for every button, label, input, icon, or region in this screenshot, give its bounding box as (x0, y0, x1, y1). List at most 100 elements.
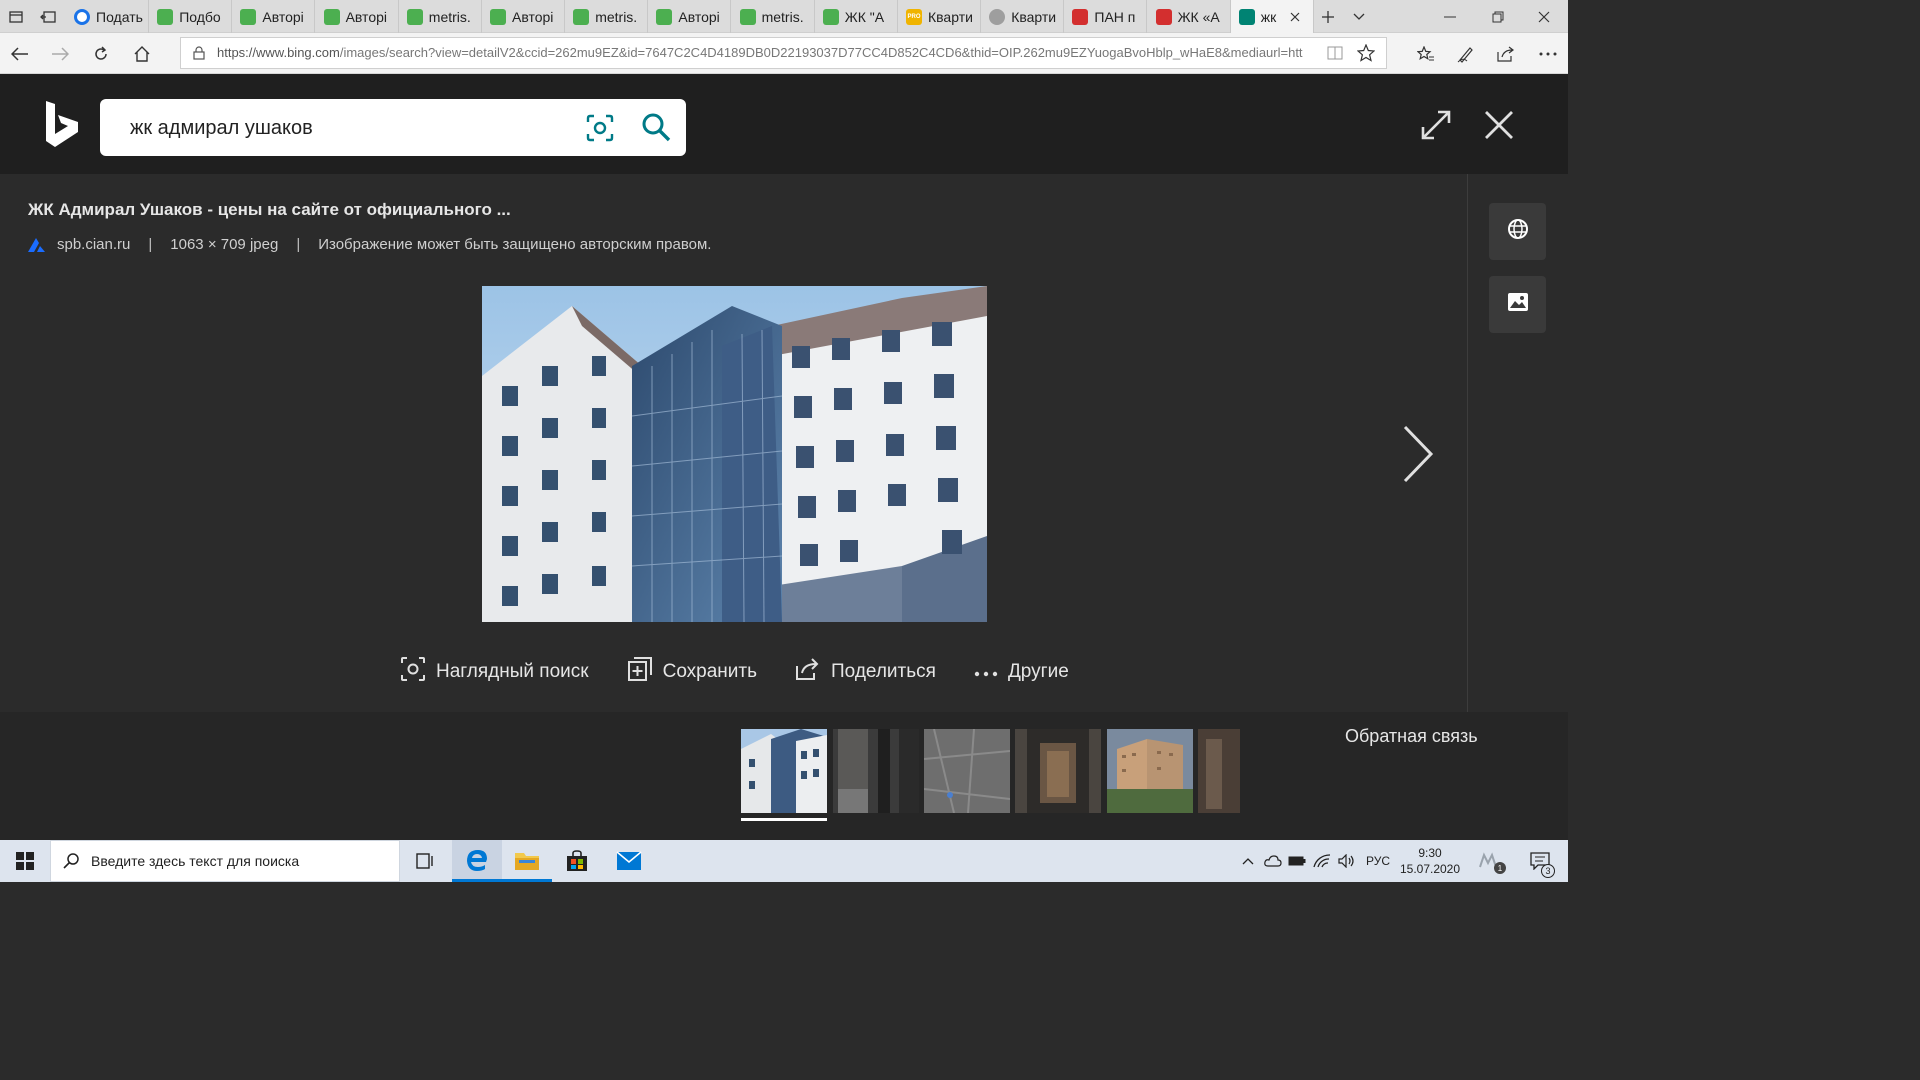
thumbnail-strip: Обратная связь (0, 712, 1568, 840)
browser-tab-label: Подать (96, 8, 143, 25)
thumbnail-hallway[interactable] (1015, 729, 1101, 813)
favorites-hub-icon[interactable] (1406, 33, 1446, 74)
onedrive-cloud-icon[interactable] (1262, 840, 1284, 882)
thumbnail-map[interactable] (924, 729, 1010, 813)
edge-app-icon[interactable] (452, 840, 502, 882)
visual-search-button[interactable]: Наглядный поиск (400, 656, 589, 688)
close-tab-icon[interactable] (1290, 9, 1300, 25)
green-leaf-icon (822, 8, 839, 25)
back-button[interactable] (0, 33, 40, 74)
browser-tab[interactable]: PRO Кварти (898, 0, 981, 33)
browser-tab-label: Кварти (928, 8, 973, 25)
forward-button[interactable] (40, 33, 80, 74)
refresh-button[interactable] (81, 33, 121, 74)
browser-tab[interactable]: жк (1230, 0, 1314, 33)
image-meta: spb.cian.ru | 1063 × 709 jpeg | Изображе… (28, 236, 711, 253)
browser-tab[interactable]: ЖК «А (1148, 0, 1231, 33)
meta-separator: | (296, 236, 301, 253)
thumbnail-dark-interior[interactable] (833, 729, 919, 813)
image-title[interactable]: ЖК Адмирал Ушаков - цены на сайте от офи… (28, 200, 511, 220)
browser-tab-bar: Подать Подбо Авторі Авторі metris. Авторі metr… (0, 0, 1568, 33)
browser-tab-label: metris. (428, 8, 471, 25)
tab-actions-icon[interactable] (0, 0, 32, 33)
browser-tab[interactable]: Авторі (316, 0, 399, 33)
action-center-icon[interactable]: 3 (1522, 840, 1558, 882)
browser-tab[interactable]: Кварти (981, 0, 1065, 33)
favorite-star-icon[interactable] (1356, 43, 1376, 67)
pro-badge-icon: PRO (906, 8, 922, 25)
browser-tab[interactable]: Авторі (482, 0, 565, 33)
feedback-link[interactable]: Обратная связь (1345, 726, 1478, 747)
wifi-icon[interactable] (1310, 840, 1334, 882)
battery-icon[interactable] (1286, 840, 1308, 882)
save-collection-icon (627, 656, 653, 688)
file-explorer-icon[interactable] (502, 840, 552, 882)
close-window-button[interactable] (1524, 0, 1564, 33)
set-tabs-aside-icon[interactable] (32, 0, 64, 33)
thumbnail-room-partial[interactable] (1198, 729, 1240, 813)
reading-view-icon[interactable] (1327, 46, 1343, 65)
minimize-button[interactable] (1430, 0, 1470, 33)
browser-tab-label: Авторі (262, 8, 304, 25)
visual-search-label: Наглядный поиск (436, 661, 589, 682)
round-gray-icon (989, 8, 1006, 25)
tray-app-badge-icon[interactable]: 1 (1474, 840, 1508, 882)
url-text: https://www.bing.com/images/search?view=… (217, 45, 1303, 60)
browser-tab[interactable]: Авторі (232, 0, 316, 33)
browser-tab-label: metris. (761, 8, 804, 25)
source-link[interactable]: spb.cian.ru (57, 236, 130, 253)
green-leaf-icon (406, 8, 423, 25)
mail-app-icon[interactable] (604, 840, 654, 882)
windows-start-icon[interactable] (0, 840, 50, 882)
new-tab-button[interactable] (1310, 0, 1346, 33)
url-field[interactable]: https://www.bing.com/images/search?view=… (180, 37, 1387, 69)
browser-tab[interactable]: Подать (66, 0, 149, 33)
related-images-button[interactable] (1489, 276, 1546, 333)
visual-search-camera-icon[interactable] (586, 114, 614, 147)
image-detail-content: ЖК Адмирал Ушаков - цены на сайте от офи… (0, 174, 1468, 712)
restore-button[interactable] (1478, 0, 1518, 33)
bing-logo-icon[interactable] (44, 101, 80, 154)
browser-tab[interactable]: ПАН п (1064, 0, 1148, 33)
bing-header: жк адмирал ушаков (0, 74, 1568, 174)
next-image-chevron-icon[interactable] (1400, 424, 1436, 489)
clock-time: 9:30 (1418, 846, 1442, 860)
home-button[interactable] (122, 33, 162, 74)
browser-tab[interactable]: metris. (399, 0, 482, 33)
store-app-icon[interactable] (552, 840, 602, 882)
green-leaf-icon (157, 8, 174, 25)
more-dots-icon (974, 661, 998, 683)
web-note-pen-icon[interactable] (1446, 33, 1486, 74)
tab-preview-chevron-icon[interactable] (1344, 0, 1374, 33)
expand-fullscreen-icon[interactable] (1420, 109, 1452, 146)
share-button[interactable]: Поделиться (795, 657, 936, 687)
save-button[interactable]: Сохранить (627, 656, 757, 688)
clock[interactable]: 9:30 15.07.2020 (1398, 840, 1462, 882)
search-magnifier-icon[interactable] (640, 111, 672, 148)
browser-tab[interactable]: Авторі (648, 0, 732, 33)
browser-tab[interactable]: ЖК "А (815, 0, 898, 33)
image-actions-bar: Наглядный поиск Сохранить Поделиться Дру… (400, 654, 1069, 690)
task-view-icon[interactable] (400, 840, 450, 882)
selected-thumbnail-indicator (741, 818, 827, 821)
browser-tab-label: Подбо (179, 8, 221, 25)
main-image-building[interactable] (482, 286, 987, 622)
related-pages-button[interactable] (1489, 203, 1546, 260)
red-square-icon (1072, 8, 1089, 25)
input-language-indicator[interactable]: РУС (1362, 840, 1394, 882)
browser-tab[interactable]: metris. (732, 0, 815, 33)
share-icon[interactable] (1486, 33, 1526, 74)
volume-speaker-icon[interactable] (1336, 840, 1358, 882)
more-menu-icon[interactable] (1528, 33, 1568, 74)
thumbnail-building-selected[interactable] (741, 729, 827, 813)
thumbnail-complex-aerial[interactable] (1107, 729, 1193, 813)
taskbar-search-box[interactable]: Введите здесь текст для поиска (50, 840, 400, 882)
search-box[interactable]: жк адмирал ушаков (100, 99, 686, 156)
image-dimensions: 1063 × 709 jpeg (170, 236, 279, 253)
close-detail-icon[interactable] (1484, 110, 1514, 145)
more-options-button[interactable]: Другие (974, 661, 1069, 683)
search-input[interactable]: жк адмирал ушаков (130, 117, 313, 140)
browser-tab[interactable]: metris. (565, 0, 649, 33)
show-hidden-icons-chevron-icon[interactable] (1238, 840, 1258, 882)
browser-tab[interactable]: Подбо (149, 0, 233, 33)
